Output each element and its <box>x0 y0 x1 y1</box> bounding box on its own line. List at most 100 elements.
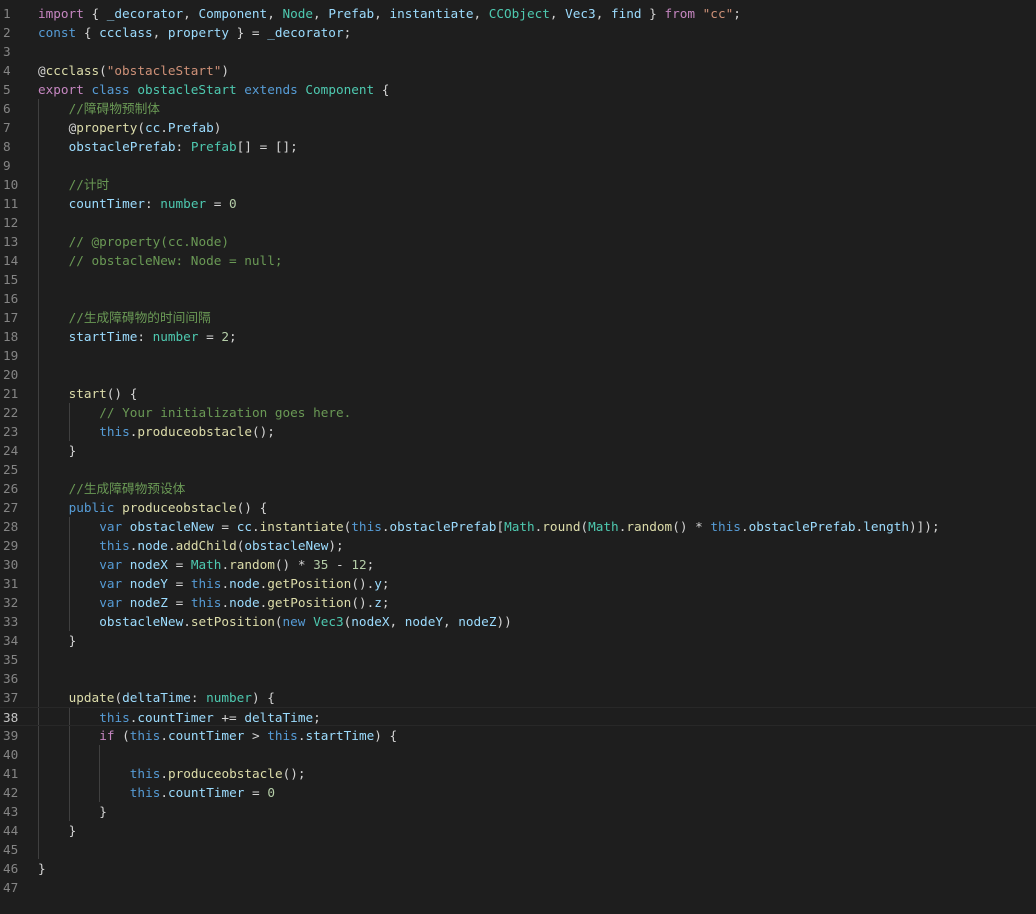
code-line[interactable]: 27 public produceobstacle() { <box>0 498 1036 517</box>
line-number: 4 <box>3 63 11 78</box>
code-line[interactable]: 1 import { _decorator, Component, Node, P… <box>0 4 1036 23</box>
code-text[interactable]: var nodeX = Math.random() * 35 - 12; <box>99 555 374 574</box>
code-token: ; <box>381 595 390 610</box>
code-line[interactable]: 34} <box>0 631 1036 650</box>
code-text[interactable]: } <box>38 859 46 878</box>
code-line[interactable]: 30 var nodeX = Math.random() * 35 - 12; <box>0 555 1036 574</box>
code-line[interactable]: 2 const { ccclass, property } = _decorato… <box>0 23 1036 42</box>
code-line[interactable]: 46} <box>0 859 1036 878</box>
code-text[interactable]: } <box>69 441 77 460</box>
code-line[interactable]: 39 if (this.countTimer > this.startTime) … <box>0 726 1036 745</box>
code-text[interactable]: this.produceobstacle(); <box>99 422 275 441</box>
indent-guide <box>38 840 39 859</box>
code-line[interactable]: 36 <box>0 669 1036 688</box>
code-line[interactable]: 41 this.produceobstacle(); <box>0 764 1036 783</box>
code-line[interactable]: 13 // @property(cc.Node) <box>0 232 1036 251</box>
code-editor[interactable]: 1 import { _decorator, Component, Node, P… <box>0 0 1036 914</box>
code-text[interactable]: } <box>69 821 77 840</box>
code-text[interactable]: countTimer: number = 0 <box>69 194 237 213</box>
code-line[interactable]: 29 this.node.addChild(obstacleNew); <box>0 536 1036 555</box>
code-token: _decorator <box>267 25 344 40</box>
line-number: 26 <box>3 481 19 496</box>
code-line[interactable]: 22 // Your initialization goes here. <box>0 403 1036 422</box>
code-line[interactable]: 14 // obstacleNew: Node = null; <box>0 251 1036 270</box>
code-line[interactable]: 35 <box>0 650 1036 669</box>
code-line[interactable]: 9 <box>0 156 1036 175</box>
code-text[interactable]: var nodeY = this.node.getPosition().y; <box>99 574 389 593</box>
code-token: cc <box>236 519 252 534</box>
line-number: 7 <box>3 120 11 135</box>
code-line[interactable]: 45 <box>0 840 1036 859</box>
code-text[interactable]: //生成障碍物的时间间隔 <box>69 308 211 327</box>
code-line[interactable]: 43} <box>0 802 1036 821</box>
code-text[interactable]: var nodeZ = this.node.getPosition().z; <box>99 593 389 612</box>
code-line[interactable]: 33 obstacleNew.setPosition(new Vec3(nodeX… <box>0 612 1036 631</box>
code-text[interactable]: update(deltaTime: number) { <box>69 688 275 707</box>
line-number: 39 <box>3 728 19 743</box>
code-text[interactable]: public produceobstacle() { <box>69 498 268 517</box>
code-line[interactable]: 21 start() { <box>0 384 1036 403</box>
code-text[interactable]: export class obstacleStart extends Compo… <box>38 80 389 99</box>
code-text[interactable]: //障碍物预制体 <box>69 99 160 118</box>
code-line[interactable]: 25 <box>0 460 1036 479</box>
code-text[interactable]: this.node.addChild(obstacleNew); <box>99 536 343 555</box>
code-line[interactable]: 31 var nodeY = this.node.getPosition().y; <box>0 574 1036 593</box>
code-text[interactable]: @property(cc.Prefab) <box>69 118 222 137</box>
code-line[interactable]: 42 this.countTimer = 0 <box>0 783 1036 802</box>
code-token: = <box>244 785 268 800</box>
code-line[interactable]: 32 var nodeZ = this.node.getPosition().z; <box>0 593 1036 612</box>
code-token: //生成障碍物的时间间隔 <box>68 310 211 325</box>
code-line[interactable]: 4 @ccclass("obstacleStart") <box>0 61 1036 80</box>
code-text[interactable]: this.countTimer += deltaTime; <box>99 708 321 727</box>
code-text[interactable]: } <box>99 802 107 821</box>
code-line[interactable]: 11 countTimer: number = 0 <box>0 194 1036 213</box>
code-text[interactable]: startTime: number = 2; <box>69 327 237 346</box>
code-line[interactable]: 3 <box>0 42 1036 61</box>
code-line[interactable]: 26 //生成障碍物预设体 <box>0 479 1036 498</box>
code-line[interactable]: 18 startTime: number = 2; <box>0 327 1036 346</box>
code-line[interactable]: 23 this.produceobstacle(); <box>0 422 1036 441</box>
code-text[interactable]: } <box>69 631 77 650</box>
code-text[interactable]: // @property(cc.Node) <box>69 232 229 251</box>
code-line[interactable]: 19 <box>0 346 1036 365</box>
indent-guide <box>68 726 70 745</box>
code-line[interactable]: 28 var obstacleNew = cc.instantiate(this.… <box>0 517 1036 536</box>
code-line[interactable]: 10 //计时 <box>0 175 1036 194</box>
code-line[interactable]: 12 <box>0 213 1036 232</box>
code-token: { <box>374 82 390 97</box>
code-lines[interactable]: 1 import { _decorator, Component, Node, P… <box>0 4 1036 897</box>
code-line[interactable]: 5 export class obstacleStart extends Comp… <box>0 80 1036 99</box>
code-token: instantiate <box>259 519 344 534</box>
code-token: , <box>473 6 489 21</box>
code-text[interactable]: const { ccclass, property } = _decorator… <box>38 23 351 42</box>
code-line[interactable]: 8 obstaclePrefab: Prefab[] = []; <box>0 137 1036 156</box>
code-token: . <box>160 766 168 781</box>
code-line[interactable]: 6 //障碍物预制体 <box>0 99 1036 118</box>
code-text[interactable]: obstacleNew.setPosition(new Vec3(nodeX, … <box>99 612 512 631</box>
code-text[interactable]: //计时 <box>69 175 110 194</box>
code-token: public <box>68 500 115 515</box>
code-line[interactable]: 40 <box>0 745 1036 764</box>
code-line[interactable]: 20 <box>0 365 1036 384</box>
code-text[interactable]: this.countTimer = 0 <box>130 783 275 802</box>
code-line[interactable]: 7 @property(cc.Prefab) <box>0 118 1036 137</box>
code-line[interactable]: 47 <box>0 878 1036 897</box>
code-text[interactable]: if (this.countTimer > this.startTime) { <box>99 726 397 745</box>
code-line[interactable]: 44} <box>0 821 1036 840</box>
code-text[interactable]: var obstacleNew = cc.instantiate(this.ob… <box>99 517 939 536</box>
code-text[interactable]: //生成障碍物预设体 <box>69 479 186 498</box>
code-text[interactable]: import { _decorator, Component, Node, Pr… <box>38 4 741 23</box>
code-text[interactable]: obstaclePrefab: Prefab[] = []; <box>69 137 298 156</box>
code-line[interactable]: 17 //生成障碍物的时间间隔 <box>0 308 1036 327</box>
code-text[interactable]: // obstacleNew: Node = null; <box>69 251 283 270</box>
code-text[interactable]: start() { <box>69 384 138 403</box>
code-line[interactable]: 15 <box>0 270 1036 289</box>
code-text[interactable]: @ccclass("obstacleStart") <box>38 61 229 80</box>
code-text[interactable]: this.produceobstacle(); <box>130 764 306 783</box>
code-text[interactable]: // Your initialization goes here. <box>99 403 351 422</box>
code-line[interactable]: 38 this.countTimer += deltaTime; <box>0 707 1036 726</box>
code-line[interactable]: 24} <box>0 441 1036 460</box>
code-line[interactable]: 37 update(deltaTime: number) { <box>0 688 1036 707</box>
code-line[interactable]: 16 <box>0 289 1036 308</box>
